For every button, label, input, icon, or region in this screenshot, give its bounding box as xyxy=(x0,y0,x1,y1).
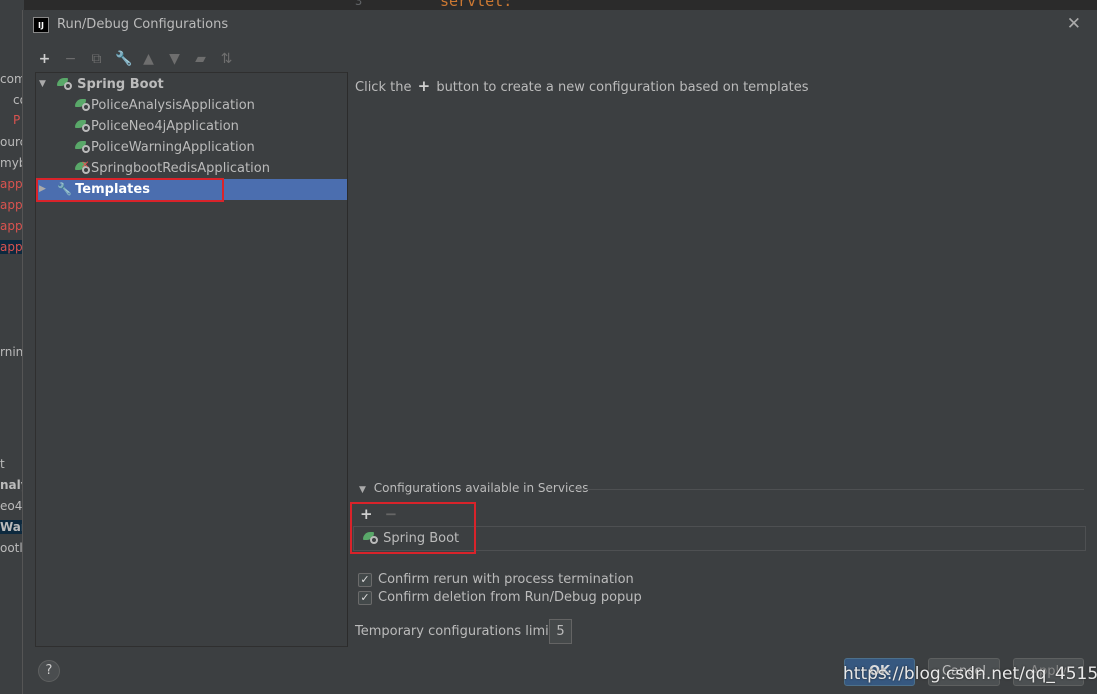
bg-fragment: appl xyxy=(0,240,24,254)
bg-fragment: appl xyxy=(0,177,24,191)
sort-icon[interactable]: ⇅ xyxy=(219,51,234,67)
tree-node-config[interactable]: PoliceNeo4jApplication xyxy=(75,116,239,137)
tree-node-label: SpringbootRedisApplication xyxy=(91,161,270,176)
plus-icon: + xyxy=(417,77,431,95)
spring-boot-icon xyxy=(75,96,91,112)
bg-fragment: rnin xyxy=(0,345,24,359)
bg-fragment: com xyxy=(0,72,24,86)
bg-fragment: P xyxy=(13,113,21,127)
highlight-box xyxy=(350,502,476,554)
spring-boot-icon xyxy=(57,75,73,91)
expand-arrow-icon[interactable]: ▼ xyxy=(39,74,46,95)
checkbox-label: Confirm deletion from Run/Debug popup xyxy=(378,590,642,605)
add-icon[interactable]: + xyxy=(37,51,52,67)
bg-fragment: appl xyxy=(0,219,24,233)
tree-node-label: Spring Boot xyxy=(77,77,164,92)
temp-limit-label: Temporary configurations limit: xyxy=(355,624,559,639)
bg-fragment: Warn xyxy=(0,520,24,534)
highlight-box xyxy=(36,178,224,202)
hint-text: button to create a new configuration bas… xyxy=(436,80,809,95)
tree-node-spring-boot[interactable]: ▼ Spring Boot xyxy=(39,74,164,95)
temp-limit-input[interactable]: 5 xyxy=(549,619,572,644)
confirm-delete-checkbox[interactable]: ✓ Confirm deletion from Run/Debug popup xyxy=(358,590,642,605)
code-text: servlet: xyxy=(440,0,513,10)
copy-icon[interactable]: ⧉ xyxy=(89,51,104,67)
divider xyxy=(571,489,1084,490)
config-tree: ▼ Spring Boot PoliceAnalysisApplication … xyxy=(35,72,348,647)
line-number: 3 xyxy=(355,0,363,8)
services-header-label: Configurations available in Services xyxy=(373,481,589,495)
background-ide-sidebar: com co P ourc myb appl appl appl appl rn… xyxy=(0,0,24,694)
spring-boot-error-icon: ✕ xyxy=(75,159,91,175)
confirm-rerun-checkbox[interactable]: ✓ Confirm rerun with process termination xyxy=(358,572,634,587)
folder-icon[interactable]: ▰ xyxy=(193,51,208,67)
collapse-arrow-icon[interactable]: ▼ xyxy=(359,485,366,495)
bg-fragment: ootl xyxy=(0,541,23,555)
bg-fragment: t xyxy=(0,457,5,471)
checkbox-checked-icon[interactable]: ✓ xyxy=(358,572,372,587)
bg-fragment: eo4j xyxy=(0,499,24,513)
hint-text: Click the xyxy=(355,80,412,95)
tree-node-label: PoliceWarningApplication xyxy=(91,140,255,155)
tree-node-config[interactable]: ✕ SpringbootRedisApplication xyxy=(75,158,270,179)
wrench-icon[interactable]: 🔧 xyxy=(115,51,132,67)
tree-node-config[interactable]: PoliceWarningApplication xyxy=(75,137,255,158)
bg-fragment: naly xyxy=(0,478,24,492)
services-section-header[interactable]: ▼ Configurations available in Services xyxy=(359,481,589,495)
empty-hint: Click the + button to create a new confi… xyxy=(355,77,809,95)
checkbox-label: Confirm rerun with process termination xyxy=(378,572,634,587)
spring-boot-icon xyxy=(75,117,91,133)
tree-node-config[interactable]: PoliceAnalysisApplication xyxy=(75,95,255,116)
move-down-icon[interactable]: ▼ xyxy=(167,51,182,67)
dialog-titlebar: IJ Run/Debug Configurations ✕ xyxy=(23,10,1097,42)
help-button[interactable]: ? xyxy=(38,660,60,682)
config-toolbar: + − ⧉ 🔧 ▲ ▼ ▰ ⇅ xyxy=(37,50,234,68)
bg-fragment: myb xyxy=(0,156,24,170)
dialog-title: Run/Debug Configurations xyxy=(57,17,229,32)
tree-node-label: PoliceAnalysisApplication xyxy=(91,98,255,113)
close-icon[interactable]: ✕ xyxy=(1067,14,1081,34)
spring-boot-icon xyxy=(75,138,91,154)
run-debug-dialog: IJ Run/Debug Configurations ✕ + − ⧉ 🔧 ▲ … xyxy=(22,10,1097,694)
remove-icon[interactable]: − xyxy=(63,51,78,67)
move-up-icon[interactable]: ▲ xyxy=(141,51,156,67)
intellij-icon: IJ xyxy=(33,17,49,33)
bg-fragment: appl xyxy=(0,198,24,212)
watermark: https://blog.csdn.net/qq_45151158 xyxy=(843,664,1097,684)
checkbox-checked-icon[interactable]: ✓ xyxy=(358,590,372,605)
bg-fragment: ourc xyxy=(0,135,24,149)
tree-node-label: PoliceNeo4jApplication xyxy=(91,119,239,134)
